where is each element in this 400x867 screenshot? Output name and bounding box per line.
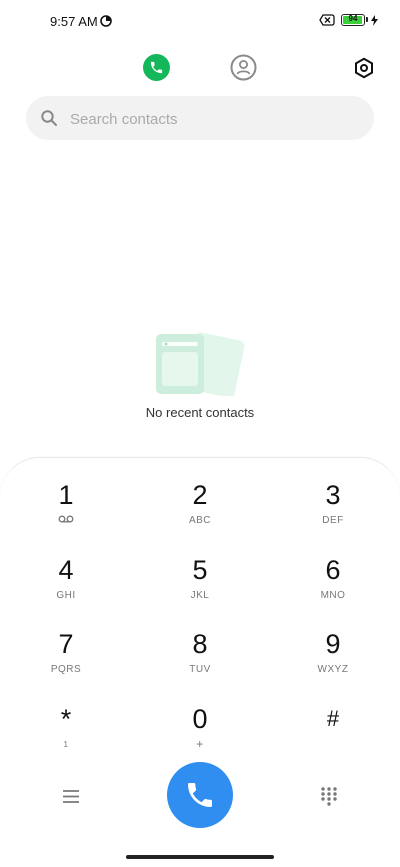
dial-letters: + — [196, 737, 204, 751]
status-icons: 94 — [319, 14, 378, 26]
dial-letters: TUV — [189, 664, 211, 675]
no-sim-icon — [319, 14, 335, 26]
battery-icon: 94 — [341, 14, 368, 26]
battery-level: 94 — [348, 14, 358, 23]
empty-state-text: No recent contacts — [145, 405, 255, 420]
dial-key-5[interactable]: 5 JKL — [150, 555, 250, 617]
search-input[interactable] — [68, 96, 362, 142]
status-time: 9:57 AM — [50, 14, 98, 29]
menu-icon — [63, 789, 79, 803]
search-icon — [41, 110, 57, 126]
dial-digit: 0 — [192, 704, 208, 734]
tab-recents[interactable] — [143, 54, 170, 81]
dial-digit: 7 — [58, 629, 74, 659]
dial-digit: 2 — [192, 480, 208, 510]
dial-digit: 3 — [325, 480, 341, 510]
dial-letters: GHI — [56, 590, 76, 601]
dial-letters: JKL — [190, 590, 210, 601]
dial-digit: * — [60, 704, 72, 734]
menu-button[interactable] — [58, 785, 84, 807]
dial-key-6[interactable]: 6 MNO — [283, 555, 383, 617]
dial-key-4[interactable]: 4 GHI — [16, 555, 116, 617]
dial-digit: 6 — [325, 555, 341, 585]
dial-letters: 1 — [63, 740, 69, 749]
dial-key-0[interactable]: 0 + — [150, 704, 250, 766]
dial-letters: PQRS — [50, 664, 82, 675]
settings-button[interactable] — [350, 54, 378, 82]
person-icon — [230, 54, 257, 81]
dial-key-star[interactable]: * 1 — [16, 704, 116, 766]
dial-digit: 1 — [58, 480, 74, 510]
no-contacts-illustration — [156, 332, 245, 396]
dial-key-2[interactable]: 2 ABC — [150, 480, 250, 542]
dial-key-1[interactable]: 1 — [16, 480, 116, 542]
gear-icon — [355, 57, 373, 79]
call-button[interactable] — [167, 762, 233, 828]
dial-letters: DEF — [322, 515, 344, 526]
dial-key-hash[interactable]: # — [283, 704, 383, 766]
phone-icon — [150, 61, 163, 74]
phone-icon — [188, 783, 212, 807]
dial-letters: WXYZ — [317, 664, 349, 675]
charging-bolt-icon — [371, 14, 378, 26]
dial-letters: MNO — [320, 590, 346, 601]
dial-digit: 8 — [192, 629, 208, 659]
dial-digit: 9 — [325, 629, 341, 659]
data-saver-icon — [100, 15, 112, 27]
dial-letters: ABC — [188, 515, 212, 526]
dial-key-8[interactable]: 8 TUV — [150, 629, 250, 691]
dialpad-icon — [321, 786, 337, 806]
status-bar: 9:57 AM 94 — [0, 0, 400, 44]
dial-digit: 5 — [192, 555, 208, 585]
dial-digit: # — [326, 706, 340, 731]
tab-contacts[interactable] — [230, 54, 257, 81]
search-bar[interactable] — [26, 96, 374, 142]
keypad-toggle-button[interactable] — [316, 783, 342, 809]
dial-key-9[interactable]: 9 WXYZ — [283, 629, 383, 691]
top-tab-bar — [0, 50, 400, 86]
voicemail-icon — [58, 515, 74, 523]
dial-digit: 4 — [58, 555, 74, 585]
battery-nub — [366, 17, 368, 22]
dial-key-7[interactable]: 7 PQRS — [16, 629, 116, 691]
home-indicator[interactable] — [126, 855, 274, 859]
dial-key-3[interactable]: 3 DEF — [283, 480, 383, 542]
